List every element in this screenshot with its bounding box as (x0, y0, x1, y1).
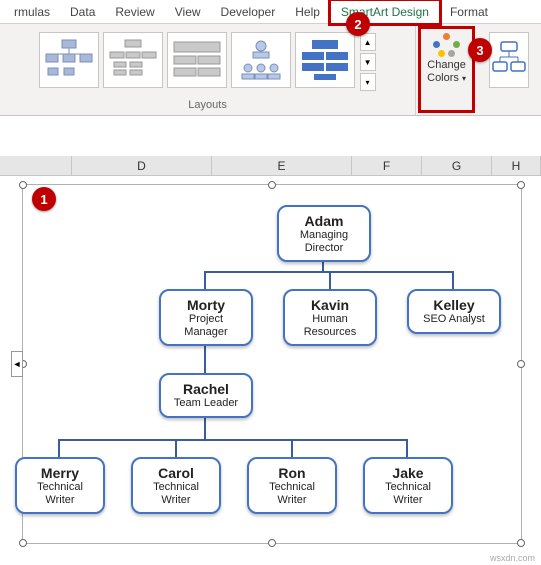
change-colors-button[interactable]: ChangeColors ▾ (427, 33, 466, 85)
org-node-kelley[interactable]: Kelley SEO Analyst (407, 289, 501, 334)
layout-option-2[interactable] (103, 32, 163, 88)
connector (58, 439, 408, 441)
layout-option-3[interactable] (167, 32, 227, 88)
tab-help[interactable]: Help (285, 1, 330, 23)
col-header-blank[interactable] (0, 156, 72, 175)
layouts-scroll-up[interactable]: ▲ (360, 33, 376, 51)
node-name: Rachel (169, 381, 243, 397)
resize-handle-br[interactable] (517, 539, 525, 547)
ribbon-tabs: rmulas Data Review View Developer Help S… (0, 0, 541, 24)
node-role: Technical Writer (25, 481, 95, 506)
layout-option-4[interactable] (231, 32, 291, 88)
tab-formulas[interactable]: rmulas (4, 1, 60, 23)
connector (204, 417, 206, 439)
callout-2: 2 (346, 12, 370, 36)
node-name: Adam (287, 213, 361, 229)
watermark: wsxdn.com (490, 553, 535, 563)
col-header-d[interactable]: D (72, 156, 212, 175)
layouts-scroll: ▲ ▼ ▾ (359, 32, 377, 92)
sheet-area: 1 ◄ Adam Managing Director Morty Project (0, 176, 541, 556)
node-role: Team Leader (169, 397, 243, 410)
connector (329, 271, 331, 289)
node-role: Technical Writer (257, 481, 327, 506)
tab-view[interactable]: View (165, 1, 211, 23)
smartart-container[interactable]: ◄ Adam Managing Director Morty Project M… (22, 184, 522, 544)
connector (204, 271, 206, 289)
org-node-carol[interactable]: Carol Technical Writer (131, 457, 221, 514)
node-name: Morty (169, 297, 243, 313)
tab-data[interactable]: Data (60, 1, 105, 23)
tab-review[interactable]: Review (105, 1, 164, 23)
org-node-ron[interactable]: Ron Technical Writer (247, 457, 337, 514)
org-node-merry[interactable]: Merry Technical Writer (15, 457, 105, 514)
text-pane-toggle[interactable]: ◄ (11, 351, 23, 377)
callout-1: 1 (32, 187, 56, 211)
connector (58, 439, 60, 457)
chevron-down-icon: ▾ (462, 74, 466, 83)
node-name: Carol (141, 465, 211, 481)
node-name: Jake (373, 465, 443, 481)
node-role: Technical Writer (141, 481, 211, 506)
connector (291, 439, 293, 457)
layouts-label: Layouts (188, 97, 227, 113)
layouts-more[interactable]: ▾ (360, 73, 376, 91)
col-header-h[interactable]: H (492, 156, 541, 175)
org-node-kavin[interactable]: Kavin Human Resources (283, 289, 377, 346)
node-name: Kavin (293, 297, 367, 313)
style-option-1[interactable] (489, 32, 529, 88)
node-name: Kelley (417, 297, 491, 313)
callout-3: 3 (468, 38, 492, 62)
node-role: Human Resources (293, 313, 367, 338)
tab-developer[interactable]: Developer (211, 1, 286, 23)
tab-format[interactable]: Format (440, 1, 498, 23)
resize-handle-mr[interactable] (517, 360, 525, 368)
node-name: Merry (25, 465, 95, 481)
node-role: Technical Writer (373, 481, 443, 506)
styles-gallery (485, 28, 533, 92)
resize-handle-tl[interactable] (19, 181, 27, 189)
col-header-f[interactable]: F (352, 156, 422, 175)
node-role: Project Manager (169, 313, 243, 338)
node-role: SEO Analyst (417, 313, 491, 326)
layout-option-1[interactable] (39, 32, 99, 88)
resize-handle-bl[interactable] (19, 539, 27, 547)
change-colors-label: ChangeColors ▾ (427, 59, 466, 85)
org-node-adam[interactable]: Adam Managing Director (277, 205, 371, 262)
resize-handle-tm[interactable] (268, 181, 276, 189)
node-role: Managing Director (287, 229, 361, 254)
connector (452, 271, 454, 289)
org-node-rachel[interactable]: Rachel Team Leader (159, 373, 253, 418)
resize-handle-tr[interactable] (517, 181, 525, 189)
column-headers: D E F G H (0, 156, 541, 176)
layouts-gallery: ▲ ▼ ▾ (35, 28, 381, 96)
ribbon-content: ▲ ▼ ▾ Layouts ChangeColors ▾ 3 (0, 24, 541, 116)
node-name: Ron (257, 465, 327, 481)
change-colors-icon (433, 33, 461, 57)
connector (175, 439, 177, 457)
org-node-jake[interactable]: Jake Technical Writer (363, 457, 453, 514)
org-node-morty[interactable]: Morty Project Manager (159, 289, 253, 346)
layout-option-5[interactable] (295, 32, 355, 88)
change-colors-group: ChangeColors ▾ (418, 26, 475, 113)
col-header-g[interactable]: G (422, 156, 492, 175)
layouts-scroll-down[interactable]: ▼ (360, 53, 376, 71)
styles-group (477, 24, 541, 115)
resize-handle-bm[interactable] (268, 539, 276, 547)
col-header-e[interactable]: E (212, 156, 352, 175)
tab-smartart-design[interactable]: SmartArt Design (328, 0, 442, 26)
layouts-group: ▲ ▼ ▾ Layouts (0, 24, 416, 115)
connector (204, 345, 206, 373)
connector (406, 439, 408, 457)
